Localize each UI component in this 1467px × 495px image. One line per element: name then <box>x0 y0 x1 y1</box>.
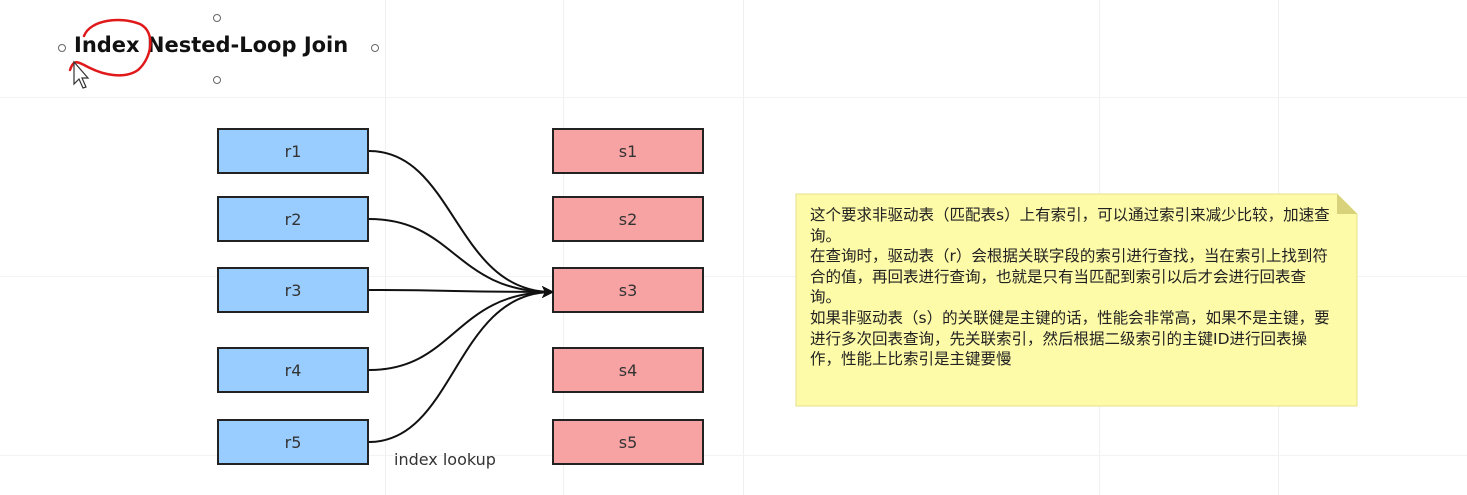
connector-r2-s3[interactable] <box>368 218 554 298</box>
connector-r4-s3[interactable] <box>368 286 554 371</box>
red-annotation-stroke <box>68 18 152 77</box>
diagram-canvas[interactable]: Index Nested-Loop Join r1 r2 r3 r4 r5 s1… <box>0 0 1467 495</box>
note-fold <box>1337 194 1357 214</box>
edge-label[interactable]: index lookup <box>394 450 496 469</box>
note-text[interactable]: 这个要求非驱动表（匹配表s）上有索引，可以通过索引来减少比较，加速查询。 在查询… <box>810 205 1335 370</box>
